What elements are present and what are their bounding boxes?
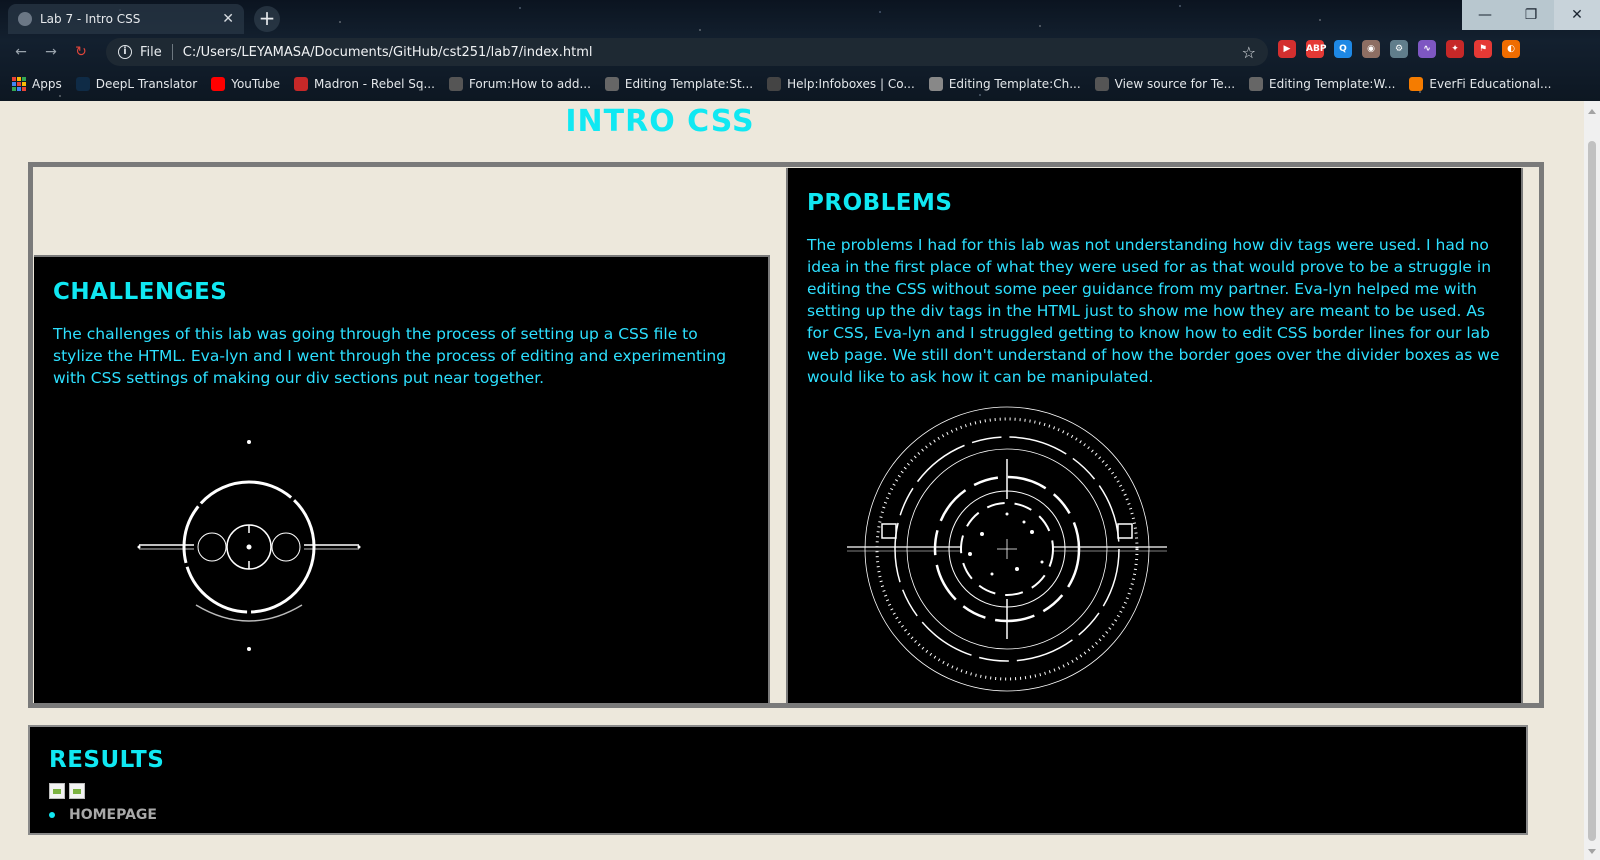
scroll-down-arrow-icon[interactable] <box>1588 849 1596 854</box>
bookmark-item[interactable]: Forum:How to add... <box>448 77 591 91</box>
tab-title: Lab 7 - Intro CSS <box>40 12 141 26</box>
url-text[interactable]: C:/Users/LEYAMASA/Documents/GitHub/cst25… <box>183 45 1234 60</box>
hud-large-graphic <box>847 406 1167 692</box>
bookmarks-bar: Apps DeepL Translator YouTube Madron - Rebe… <box>0 72 1600 96</box>
list-item: HOMEPAGE <box>49 807 157 823</box>
bookmark-favicon-icon <box>75 77 90 91</box>
window-controls: — ❐ ✕ <box>1462 0 1600 30</box>
page-title: INTRO CSS <box>565 104 755 139</box>
gear-extension-icon[interactable]: ⚙ <box>1390 40 1408 58</box>
bookmark-label: Editing Template:St... <box>624 77 754 91</box>
homepage-link[interactable]: HOMEPAGE <box>69 807 157 823</box>
bookmark-label: Apps <box>32 77 62 91</box>
bookmark-favicon-icon <box>1409 77 1424 91</box>
hud-small-graphic <box>137 440 361 651</box>
bookmark-item[interactable]: EverFi Educational... <box>1409 77 1551 91</box>
main-container: CHALLENGES The challenges of this lab wa… <box>28 162 1544 708</box>
broken-image-icon[interactable] <box>49 783 65 799</box>
bookmark-label: Madron - Rebel Sq... <box>314 77 435 91</box>
bookmark-favicon-icon <box>604 77 619 91</box>
url-scheme-label: File <box>140 44 162 60</box>
scrollbar-thumb[interactable] <box>1588 141 1596 841</box>
puzzle-extension-icon[interactable]: ✦ <box>1446 40 1464 58</box>
broken-image-icon[interactable] <box>69 783 85 799</box>
restore-button[interactable]: ❐ <box>1508 0 1554 30</box>
bookmark-label: View source for Te... <box>1114 77 1236 91</box>
bookmark-label: EverFi Educational... <box>1429 77 1552 91</box>
address-bar[interactable]: i File C:/Users/LEYAMASA/Documents/GitHu… <box>106 38 1268 66</box>
close-window-button[interactable]: ✕ <box>1554 0 1600 30</box>
reload-icon[interactable]: ↻ <box>72 43 90 61</box>
bookmark-star-icon[interactable]: ☆ <box>1242 43 1256 62</box>
results-links-list: HOMEPAGE <box>49 807 157 823</box>
bookmark-label: Forum:How to add... <box>468 77 591 91</box>
results-heading: RESULTS <box>49 747 165 773</box>
minimize-button[interactable]: — <box>1462 0 1508 30</box>
bullet-icon <box>49 812 55 818</box>
bookmark-item[interactable]: Editing Template:W... <box>1249 77 1395 91</box>
red-extension-icon[interactable]: ▶ <box>1278 40 1296 58</box>
bookmark-favicon-icon <box>294 77 309 91</box>
image-row <box>49 783 85 799</box>
bookmark-item[interactable]: Madron - Rebel Sq... <box>294 77 435 91</box>
browser-tab[interactable]: Lab 7 - Intro CSS ✕ <box>8 4 244 34</box>
bookmark-apps[interactable]: Apps <box>12 77 62 91</box>
extensions-toolbar: ▶ ABP Q ◉ ⚙ ∿ ✦ ⚑ ◐ <box>1278 40 1520 58</box>
bookmark-favicon-icon <box>767 77 782 91</box>
profile-avatar-icon[interactable]: ◐ <box>1502 40 1520 58</box>
challenges-text: The challenges of this lab was going thr… <box>53 325 727 387</box>
bookmark-item[interactable]: Editing Template:Ch... <box>928 77 1081 91</box>
problems-text: The problems I had for this lab was not … <box>807 236 1500 386</box>
problems-section: PROBLEMS The problems I had for this lab… <box>786 168 1523 703</box>
bookmark-favicon-icon <box>928 77 943 91</box>
adblock-icon[interactable]: ABP <box>1306 40 1326 58</box>
results-section: RESULTS HOMEPAGE <box>28 725 1528 835</box>
bookmark-label: YouTube <box>231 77 281 91</box>
info-icon[interactable]: i <box>118 45 132 59</box>
omnibox-divider <box>171 44 173 60</box>
vertical-scrollbar[interactable] <box>1584 101 1600 860</box>
bookmark-item[interactable]: Help:Infoboxes | Co... <box>767 77 915 91</box>
apps-grid-icon <box>12 77 26 91</box>
navigation-bar: ← → ↻ i File C:/Users/LEYAMASA/Documents… <box>0 36 1600 68</box>
bookmark-label: Help:Infoboxes | Co... <box>787 77 915 91</box>
wave-extension-icon[interactable]: ∿ <box>1418 40 1436 58</box>
owl-extension-icon[interactable]: ◉ <box>1362 40 1380 58</box>
search-extension-icon[interactable]: Q <box>1334 40 1352 58</box>
bookmark-item[interactable]: YouTube <box>211 77 280 91</box>
forward-arrow-icon[interactable]: → <box>42 43 60 61</box>
bookmark-label: DeepL Translator <box>95 77 198 91</box>
bookmark-favicon-icon <box>1249 77 1264 91</box>
bookmark-item[interactable]: Editing Template:St... <box>604 77 754 91</box>
flag-extension-icon[interactable]: ⚑ <box>1474 40 1492 58</box>
bookmark-favicon-icon <box>211 77 226 91</box>
bookmark-label: Editing Template:Ch... <box>948 77 1081 91</box>
new-tab-button[interactable]: + <box>254 6 280 32</box>
bookmark-item[interactable]: View source for Te... <box>1094 77 1236 91</box>
browser-chrome: Lab 7 - Intro CSS ✕ + — ❐ ✕ ← → ↻ i File… <box>0 0 1600 101</box>
bookmark-label: Editing Template:W... <box>1269 77 1396 91</box>
problems-heading: PROBLEMS <box>807 190 953 216</box>
challenges-section: CHALLENGES The challenges of this lab wa… <box>34 255 770 703</box>
scroll-up-arrow-icon[interactable] <box>1588 109 1596 114</box>
bookmark-item[interactable]: DeepL Translator <box>75 77 198 91</box>
challenges-heading: CHALLENGES <box>53 279 228 305</box>
bookmark-favicon-icon <box>1094 77 1109 91</box>
tab-close-icon[interactable]: ✕ <box>222 12 234 26</box>
tab-favicon-icon <box>18 12 32 26</box>
back-arrow-icon[interactable]: ← <box>12 43 30 61</box>
bookmark-favicon-icon <box>448 77 463 91</box>
